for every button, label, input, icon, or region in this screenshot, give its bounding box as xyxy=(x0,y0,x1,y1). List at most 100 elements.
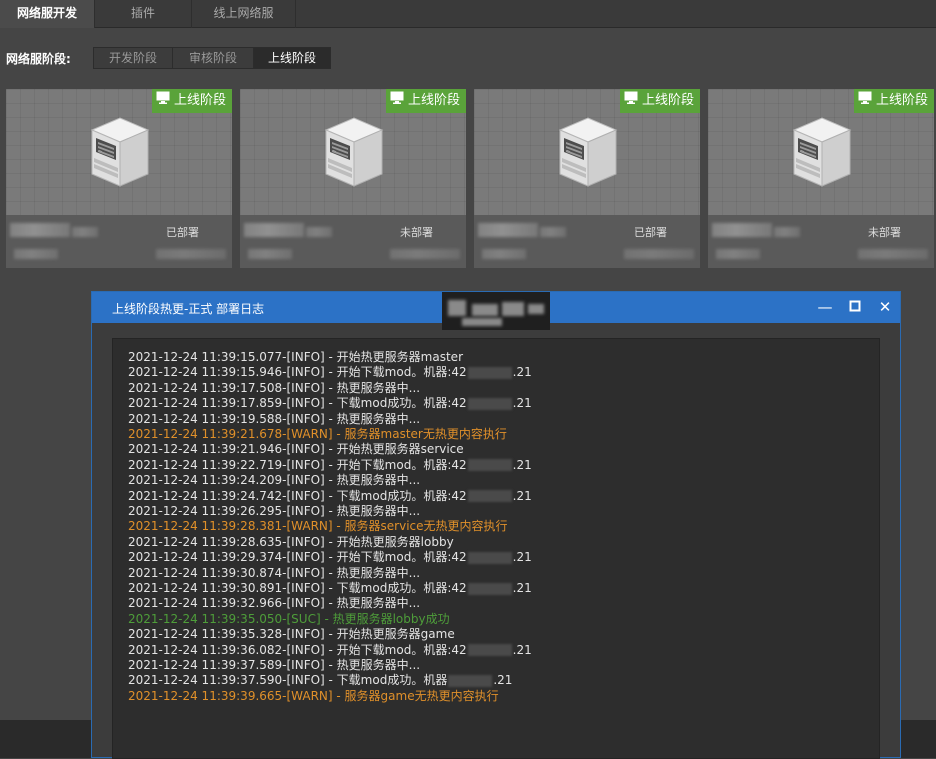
log-line: 2021-12-24 11:39:32.966-[INFO] - 热更服务器中.… xyxy=(128,596,420,611)
server-icon xyxy=(318,114,388,192)
log-line: 2021-12-24 11:39:39.665-[WARN] - 服务器game… xyxy=(128,689,499,704)
log-text: 2021-12-24 11:39:36.082-[INFO] - 开始下载mod… xyxy=(128,642,467,657)
top-tab-bar: 网络服开发 插件 线上网络服 xyxy=(0,0,936,28)
log-text: 2021-12-24 11:39:37.590-[INFO] - 下载mod成功… xyxy=(128,673,448,688)
redacted-ip xyxy=(467,582,512,595)
log-line: 2021-12-24 11:39:26.295-[INFO] - 热更服务器中.… xyxy=(128,504,420,519)
stage-badge: 上线阶段 xyxy=(385,89,466,113)
monitor-icon xyxy=(390,89,404,113)
badge-label: 上线阶段 xyxy=(407,93,460,108)
redacted-ip xyxy=(467,644,512,657)
log-line: 2021-12-24 11:39:22.719-[INFO] - 开始下载mod… xyxy=(128,458,532,473)
card-info: 未部署 xyxy=(708,215,934,268)
server-icon xyxy=(552,114,622,192)
footer-bar-left xyxy=(0,720,91,758)
log-line: 2021-12-24 11:39:30.891-[INFO] - 下载mod成功… xyxy=(128,581,532,596)
log-area[interactable]: 2021-12-24 11:39:15.077-[INFO] - 开始热更服务器… xyxy=(112,338,880,759)
log-line: 2021-12-24 11:39:37.590-[INFO] - 下载mod成功… xyxy=(128,673,512,688)
close-icon[interactable]: ✕ xyxy=(876,298,894,316)
log-text: 2021-12-24 11:39:28.381-[WARN] - 服务器serv… xyxy=(128,519,508,534)
monitor-icon xyxy=(156,89,170,113)
log-text: 2021-12-24 11:39:21.946-[INFO] - 开始热更服务器… xyxy=(128,442,464,457)
log-line: 2021-12-24 11:39:21.946-[INFO] - 开始热更服务器… xyxy=(128,442,464,457)
stage-badge: 上线阶段 xyxy=(853,89,934,113)
redacted-ip xyxy=(467,490,512,503)
stage-badge: 上线阶段 xyxy=(151,89,232,113)
deploy-status: 未部署 xyxy=(868,226,901,239)
ip-suffix: .21 xyxy=(512,365,532,380)
log-line: 2021-12-24 11:39:21.678-[WARN] - 服务器mast… xyxy=(128,427,507,442)
log-text: 2021-12-24 11:39:15.077-[INFO] - 开始热更服务器… xyxy=(128,350,463,364)
redacted-ip xyxy=(467,397,512,410)
log-text: 2021-12-24 11:39:22.719-[INFO] - 开始下载mod… xyxy=(128,457,467,472)
log-line: 2021-12-24 11:39:30.874-[INFO] - 热更服务器中.… xyxy=(128,566,420,581)
log-line: 2021-12-24 11:39:37.589-[INFO] - 热更服务器中.… xyxy=(128,658,420,673)
server-icon xyxy=(84,114,154,192)
server-card[interactable]: 上线阶段 已部署 xyxy=(6,89,232,268)
log-line: 2021-12-24 11:39:28.635-[INFO] - 开始热更服务器… xyxy=(128,535,454,550)
log-text: 2021-12-24 11:39:35.050-[SUC] - 热更服务器lob… xyxy=(128,611,450,626)
log-line: 2021-12-24 11:39:35.328-[INFO] - 开始热更服务器… xyxy=(128,627,455,642)
log-text: 2021-12-24 11:39:26.295-[INFO] - 热更服务器中.… xyxy=(128,504,421,518)
server-icon xyxy=(786,114,856,192)
log-text: 2021-12-24 11:39:24.209-[INFO] - 热更服务器中.… xyxy=(128,473,421,488)
log-text: 2021-12-24 11:39:32.966-[INFO] - 热更服务器中.… xyxy=(128,596,421,611)
log-text: 2021-12-24 11:39:28.635-[INFO] - 开始热更服务器… xyxy=(128,534,454,549)
log-line: 2021-12-24 11:39:17.508-[INFO] - 热更服务器中.… xyxy=(128,381,420,396)
ip-suffix: .21 xyxy=(512,550,532,565)
redacted-region xyxy=(442,292,550,330)
log-line: 2021-12-24 11:39:24.742-[INFO] - 下载mod成功… xyxy=(128,489,532,504)
ip-suffix: .21 xyxy=(512,488,532,503)
card-thumbnail: 上线阶段 xyxy=(708,89,934,215)
server-card[interactable]: 上线阶段 已部署 xyxy=(474,89,700,268)
tab-network-dev[interactable]: 网络服开发 xyxy=(0,0,95,28)
redacted-ip xyxy=(467,459,512,472)
deploy-log-dialog: 上线阶段热更-正式 部署日志 — ✕ 2021-12-24 11:39:15.0… xyxy=(91,291,901,759)
redacted-ip xyxy=(467,366,512,379)
log-text: 2021-12-24 11:39:15.946-[INFO] - 开始下载mod… xyxy=(128,365,467,380)
stage-option-review[interactable]: 审核阶段 xyxy=(172,47,254,69)
log-text: 2021-12-24 11:39:37.589-[INFO] - 热更服务器中.… xyxy=(128,658,421,672)
stage-option-dev[interactable]: 开发阶段 xyxy=(93,47,173,69)
redacted-ip xyxy=(448,674,493,687)
log-text: 2021-12-24 11:39:21.678-[WARN] - 服务器mast… xyxy=(128,427,507,441)
stage-label: 网络服阶段: xyxy=(6,52,71,66)
card-info: 已部署 xyxy=(474,215,700,268)
card-info: 已部署 xyxy=(6,215,232,268)
badge-label: 上线阶段 xyxy=(875,93,928,108)
log-line: 2021-12-24 11:39:15.077-[INFO] - 开始热更服务器… xyxy=(128,350,463,365)
card-info: 未部署 xyxy=(240,215,466,268)
stage-option-online[interactable]: 上线阶段 xyxy=(253,47,331,69)
log-text: 2021-12-24 11:39:39.665-[WARN] - 服务器game… xyxy=(128,688,499,703)
badge-label: 上线阶段 xyxy=(173,93,226,108)
card-thumbnail: 上线阶段 xyxy=(474,89,700,215)
dialog-title-bar[interactable]: 上线阶段热更-正式 部署日志 — ✕ xyxy=(92,292,900,330)
monitor-icon xyxy=(858,89,872,113)
redacted-ip xyxy=(467,551,512,564)
log-line: 2021-12-24 11:39:28.381-[WARN] - 服务器serv… xyxy=(128,519,508,534)
log-line: 2021-12-24 11:39:24.209-[INFO] - 热更服务器中.… xyxy=(128,473,420,488)
tab-plugins[interactable]: 插件 xyxy=(95,0,192,28)
log-text: 2021-12-24 11:39:17.508-[INFO] - 热更服务器中.… xyxy=(128,380,421,395)
footer-bar-right xyxy=(901,720,936,758)
deploy-status: 未部署 xyxy=(400,226,433,239)
ip-suffix: .21 xyxy=(512,396,532,411)
minimize-icon[interactable]: — xyxy=(816,298,834,316)
log-line: 2021-12-24 11:39:29.374-[INFO] - 开始下载mod… xyxy=(128,550,532,565)
ip-suffix: .21 xyxy=(493,673,513,688)
server-card[interactable]: 上线阶段 未部署 xyxy=(240,89,466,268)
ip-suffix: .21 xyxy=(512,457,532,472)
ip-suffix: .21 xyxy=(512,642,532,657)
tab-online-network[interactable]: 线上网络服 xyxy=(192,0,296,28)
log-line: 2021-12-24 11:39:19.588-[INFO] - 热更服务器中.… xyxy=(128,412,420,427)
log-text: 2021-12-24 11:39:29.374-[INFO] - 开始下载mod… xyxy=(128,550,467,565)
log-text: 2021-12-24 11:39:35.328-[INFO] - 开始热更服务器… xyxy=(128,627,455,642)
maximize-icon[interactable] xyxy=(846,298,864,316)
log-text: 2021-12-24 11:39:30.874-[INFO] - 热更服务器中.… xyxy=(128,565,421,580)
monitor-icon xyxy=(624,89,638,113)
stage-badge: 上线阶段 xyxy=(619,89,700,113)
log-text: 2021-12-24 11:39:19.588-[INFO] - 热更服务器中.… xyxy=(128,411,421,426)
log-line: 2021-12-24 11:39:36.082-[INFO] - 开始下载mod… xyxy=(128,643,532,658)
log-line: 2021-12-24 11:39:35.050-[SUC] - 热更服务器lob… xyxy=(128,612,450,627)
server-card[interactable]: 上线阶段 未部署 xyxy=(708,89,934,268)
